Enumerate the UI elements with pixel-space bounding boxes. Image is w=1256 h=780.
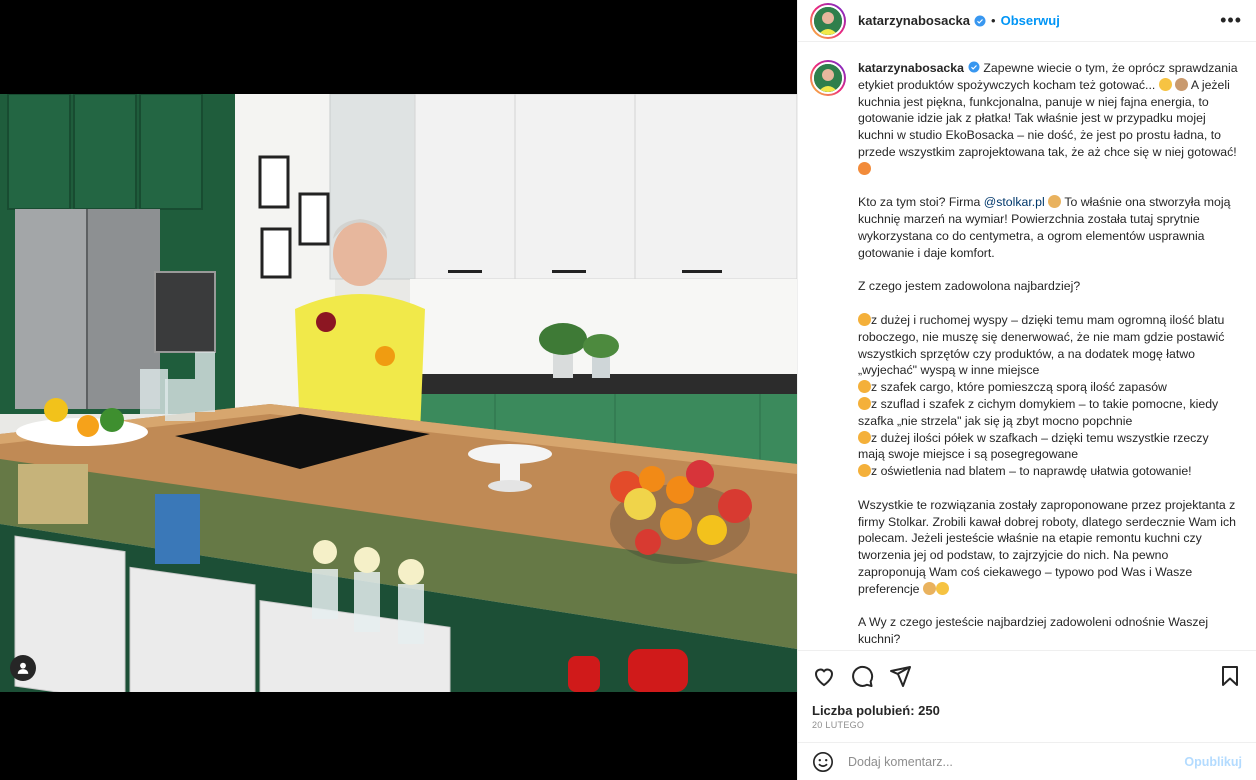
emoji-icon[interactable]	[812, 751, 834, 773]
post-header: katarzynabosacka • Obserwuj •••	[798, 0, 1256, 42]
caption-segment: z dużej i ruchomej wyspy – dzięki temu m…	[858, 312, 1225, 378]
follow-button[interactable]: Obserwuj	[1001, 13, 1060, 28]
comment-input[interactable]	[848, 754, 1185, 769]
chef-emoji-icon	[1175, 77, 1189, 91]
caption-segment: A Wy z czego jesteście najbardziej zadow…	[858, 615, 1209, 647]
comment-icon[interactable]	[850, 664, 874, 688]
post-date[interactable]: 20 LUTEGO	[812, 720, 864, 730]
action-bar	[798, 650, 1256, 700]
pray-emoji-icon	[1048, 195, 1062, 209]
post-media	[0, 0, 797, 780]
post-comment-button[interactable]: Opublikuj	[1184, 755, 1242, 769]
caption: katarzynabosacka Zapewne wiecie o tym, ż…	[798, 50, 1256, 650]
caption-username[interactable]: katarzynabosacka	[858, 61, 964, 75]
caption-paragraph: Kto za tym stoi? Firma @stolkar.pl To wł…	[858, 194, 1238, 261]
pray-emoji-icon	[922, 581, 936, 595]
share-icon[interactable]	[888, 664, 912, 688]
point-emoji-icon	[858, 396, 871, 410]
save-icon[interactable]	[1218, 664, 1242, 688]
kitchen-illustration	[0, 94, 797, 692]
verified-icon	[974, 15, 986, 26]
point-emoji-icon	[858, 312, 871, 326]
comment-bar: Opublikuj	[798, 742, 1256, 780]
caption-paragraph: z dużej i ruchomej wyspy – dzięki temu m…	[858, 312, 1238, 480]
point-emoji-icon	[858, 464, 871, 478]
point-emoji-icon	[858, 380, 871, 394]
post-details-panel: katarzynabosacka • Obserwuj ••• katarzyn…	[797, 0, 1256, 780]
caption-text: katarzynabosacka Zapewne wiecie o tym, ż…	[858, 60, 1238, 650]
caption-segment: Kto za tym stoi? Firma	[858, 195, 984, 210]
caption-segment: Wszystkie te rozwiązania zostały zapropo…	[858, 497, 1236, 596]
caption-segment: Z czego jestem zadowolona najbardziej?	[858, 279, 1081, 294]
username-link[interactable]: katarzynabosacka	[858, 13, 970, 28]
caption-paragraph: A Wy z czego jesteście najbardziej zadow…	[858, 614, 1238, 648]
separator-dot: •	[991, 13, 996, 28]
point-emoji-icon	[858, 430, 871, 444]
caption-paragraph: katarzynabosacka Zapewne wiecie o tym, ż…	[858, 60, 1238, 178]
caption-segment: z szafek cargo, które pomieszczą sporą i…	[871, 380, 1167, 395]
smile-emoji-icon	[1158, 77, 1172, 91]
more-options-icon[interactable]: •••	[1220, 10, 1242, 31]
mention-link[interactable]: @stolkar.pl	[984, 195, 1045, 209]
avatar[interactable]	[810, 2, 846, 39]
caption-paragraph: Z czego jestem zadowolona najbardziej?	[858, 278, 1238, 295]
caption-segment: z oświetlenia nad blatem – to naprawdę u…	[871, 464, 1192, 479]
avatar[interactable]	[810, 60, 846, 96]
like-count[interactable]: Liczba polubień: 250	[812, 703, 940, 718]
user-tag-icon[interactable]	[10, 655, 36, 681]
caption-segment: z dużej ilości półek w szafkach – dzięki…	[858, 430, 1209, 462]
heart-eyes-emoji-icon	[858, 161, 871, 175]
caption-scroll-area[interactable]: katarzynabosacka Zapewne wiecie o tym, ż…	[798, 50, 1256, 650]
caption-segment: z szuflad i szafek z cichym domykiem – t…	[858, 396, 1219, 428]
caption-paragraph: Wszystkie te rozwiązania zostały zapropo…	[858, 497, 1238, 598]
cool-emoji-icon	[935, 581, 949, 595]
post-photo-kitchen[interactable]	[0, 94, 797, 692]
like-icon[interactable]	[812, 664, 836, 688]
verified-icon	[968, 61, 980, 73]
